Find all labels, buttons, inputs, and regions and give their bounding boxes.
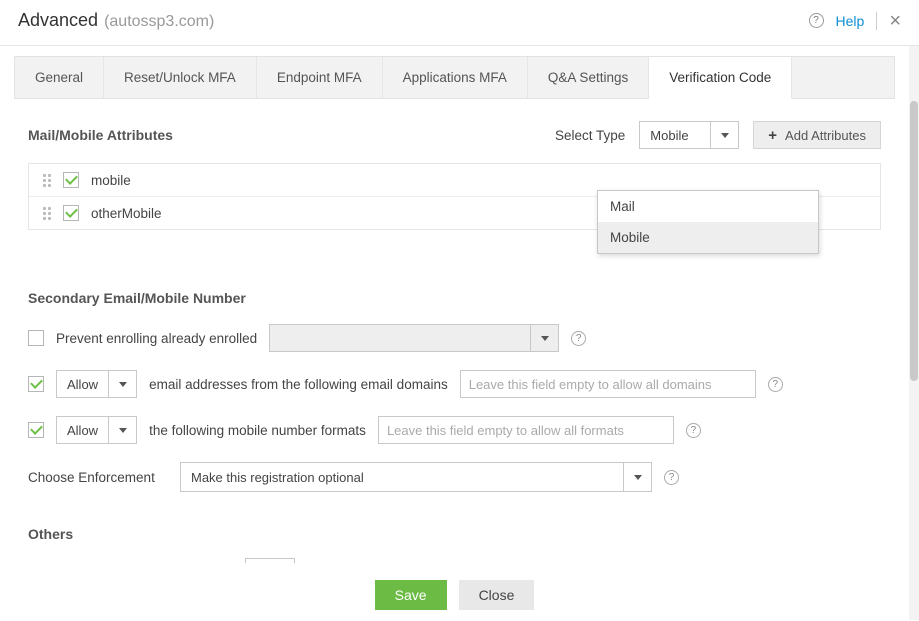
- checkbox-othermobile[interactable]: [63, 205, 79, 221]
- attr-label: otherMobile: [91, 206, 162, 221]
- others-title: Others: [28, 526, 881, 542]
- dropdown-option-mail[interactable]: Mail: [598, 191, 818, 222]
- drag-handle-icon[interactable]: [43, 207, 51, 220]
- header-divider: [876, 12, 877, 30]
- chevron-down-icon: [530, 325, 558, 351]
- scroll-thumb[interactable]: [910, 101, 918, 381]
- secondary-section: Secondary Email/Mobile Number Prevent en…: [28, 290, 881, 492]
- dialog-header: Advanced (autossp3.com) ? Help ×: [0, 0, 919, 46]
- mail-mobile-header: Mail/Mobile Attributes Select Type Mobil…: [28, 121, 881, 149]
- add-attributes-button[interactable]: + Add Attributes: [753, 121, 881, 149]
- checkbox-allow-mobile[interactable]: [28, 422, 44, 438]
- code-length-input[interactable]: [245, 558, 295, 563]
- page-subtitle: (autossp3.com): [104, 13, 214, 31]
- attr-label: mobile: [91, 173, 131, 188]
- dialog-body: General Reset/Unlock MFA Endpoint MFA Ap…: [0, 46, 919, 620]
- others-section: Others Set verification code length to d…: [28, 526, 881, 563]
- close-button[interactable]: Close: [459, 580, 535, 610]
- mail-mobile-controls: Select Type Mobile + Add Attributes: [555, 121, 881, 149]
- allow-email-value: Allow: [57, 377, 108, 392]
- info-icon[interactable]: ?: [686, 423, 701, 438]
- checkbox-prevent[interactable]: [28, 330, 44, 346]
- choose-enforcement-label: Choose Enforcement: [28, 470, 168, 485]
- mail-mobile-title: Mail/Mobile Attributes: [28, 127, 173, 143]
- select-type-value: Mobile: [640, 128, 710, 143]
- checkbox-mobile[interactable]: [63, 172, 79, 188]
- prevent-select[interactable]: [269, 324, 559, 352]
- tabs-bar: General Reset/Unlock MFA Endpoint MFA Ap…: [14, 56, 895, 99]
- checkbox-allow-email[interactable]: [28, 376, 44, 392]
- footer-bar: Save Close: [0, 568, 909, 610]
- allow-mobile-value: Allow: [57, 423, 108, 438]
- help-icon: ?: [809, 13, 824, 28]
- tab-verification-code[interactable]: Verification Code: [649, 57, 792, 99]
- allow-email-row: Allow email addresses from the following…: [28, 370, 881, 398]
- enforcement-row: Choose Enforcement Make this registratio…: [28, 462, 881, 492]
- allow-email-select[interactable]: Allow: [56, 370, 137, 398]
- help-link[interactable]: Help: [836, 13, 865, 29]
- add-attributes-label: Add Attributes: [785, 128, 866, 143]
- select-type-dropdown[interactable]: Mobile: [639, 121, 739, 149]
- drag-handle-icon[interactable]: [43, 174, 51, 187]
- allow-mobile-text: the following mobile number formats: [149, 423, 366, 438]
- email-domains-input[interactable]: [460, 370, 756, 398]
- page-title: Advanced: [18, 10, 98, 31]
- mobile-formats-input[interactable]: [378, 416, 674, 444]
- close-icon[interactable]: ×: [889, 11, 901, 31]
- header-right: ? Help ×: [809, 11, 901, 31]
- content-area: Mail/Mobile Attributes Select Type Mobil…: [0, 99, 909, 563]
- prevent-label: Prevent enrolling already enrolled: [56, 331, 257, 346]
- scrollbar[interactable]: [909, 46, 919, 620]
- dropdown-option-mobile[interactable]: Mobile: [598, 222, 818, 253]
- save-button[interactable]: Save: [375, 580, 447, 610]
- tab-qa-settings[interactable]: Q&A Settings: [528, 57, 649, 98]
- info-icon[interactable]: ?: [768, 377, 783, 392]
- chevron-down-icon: [710, 122, 738, 148]
- info-icon[interactable]: ?: [664, 470, 679, 485]
- code-length-row: Set verification code length to digits.: [28, 558, 881, 563]
- allow-mobile-row: Allow the following mobile number format…: [28, 416, 881, 444]
- enforcement-value: Make this registration optional: [181, 470, 623, 485]
- tab-applications-mfa[interactable]: Applications MFA: [383, 57, 528, 98]
- secondary-title: Secondary Email/Mobile Number: [28, 290, 881, 306]
- main-panel: General Reset/Unlock MFA Endpoint MFA Ap…: [0, 46, 909, 620]
- tab-general[interactable]: General: [15, 57, 104, 98]
- tab-reset-unlock-mfa[interactable]: Reset/Unlock MFA: [104, 57, 257, 98]
- info-icon[interactable]: ?: [571, 331, 586, 346]
- allow-email-text: email addresses from the following email…: [149, 377, 448, 392]
- allow-mobile-select[interactable]: Allow: [56, 416, 137, 444]
- plus-icon: +: [768, 128, 777, 143]
- prevent-row: Prevent enrolling already enrolled ?: [28, 324, 881, 352]
- tab-endpoint-mfa[interactable]: Endpoint MFA: [257, 57, 383, 98]
- chevron-down-icon: [108, 371, 136, 397]
- select-type-popup: Mail Mobile: [597, 190, 819, 254]
- enforcement-select[interactable]: Make this registration optional: [180, 462, 652, 492]
- header-left: Advanced (autossp3.com): [18, 10, 214, 31]
- chevron-down-icon: [623, 463, 651, 491]
- chevron-down-icon: [108, 417, 136, 443]
- select-type-label: Select Type: [555, 128, 625, 143]
